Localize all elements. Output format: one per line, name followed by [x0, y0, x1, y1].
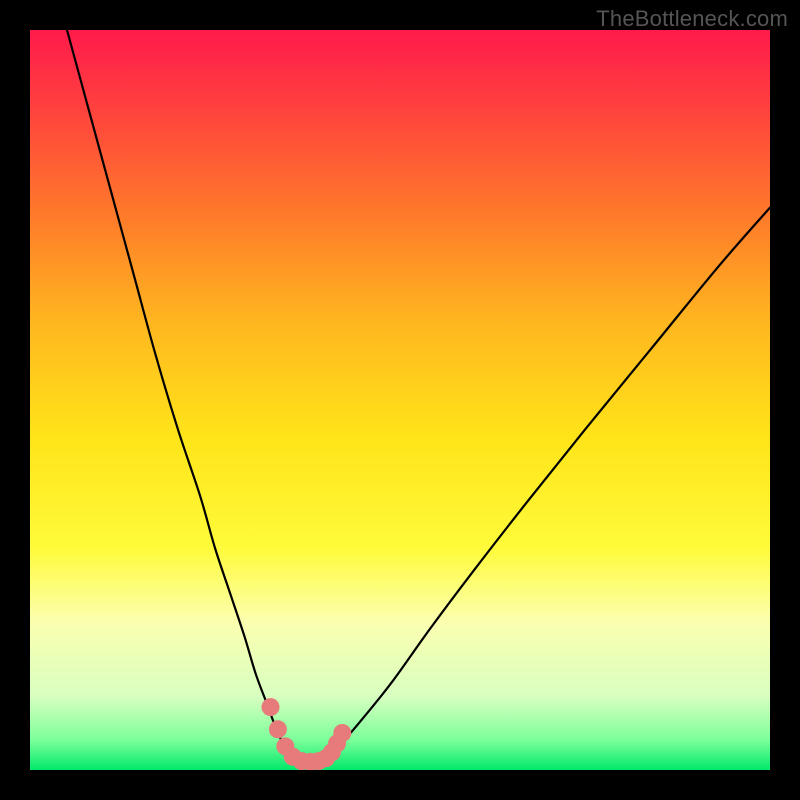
marker-dot: [333, 724, 351, 742]
gradient-background: [30, 30, 770, 770]
marker-dot: [269, 720, 287, 738]
chart-plot-area: [30, 30, 770, 770]
marker-dot: [262, 698, 280, 716]
chart-svg: [30, 30, 770, 770]
watermark-text: TheBottleneck.com: [596, 6, 788, 32]
